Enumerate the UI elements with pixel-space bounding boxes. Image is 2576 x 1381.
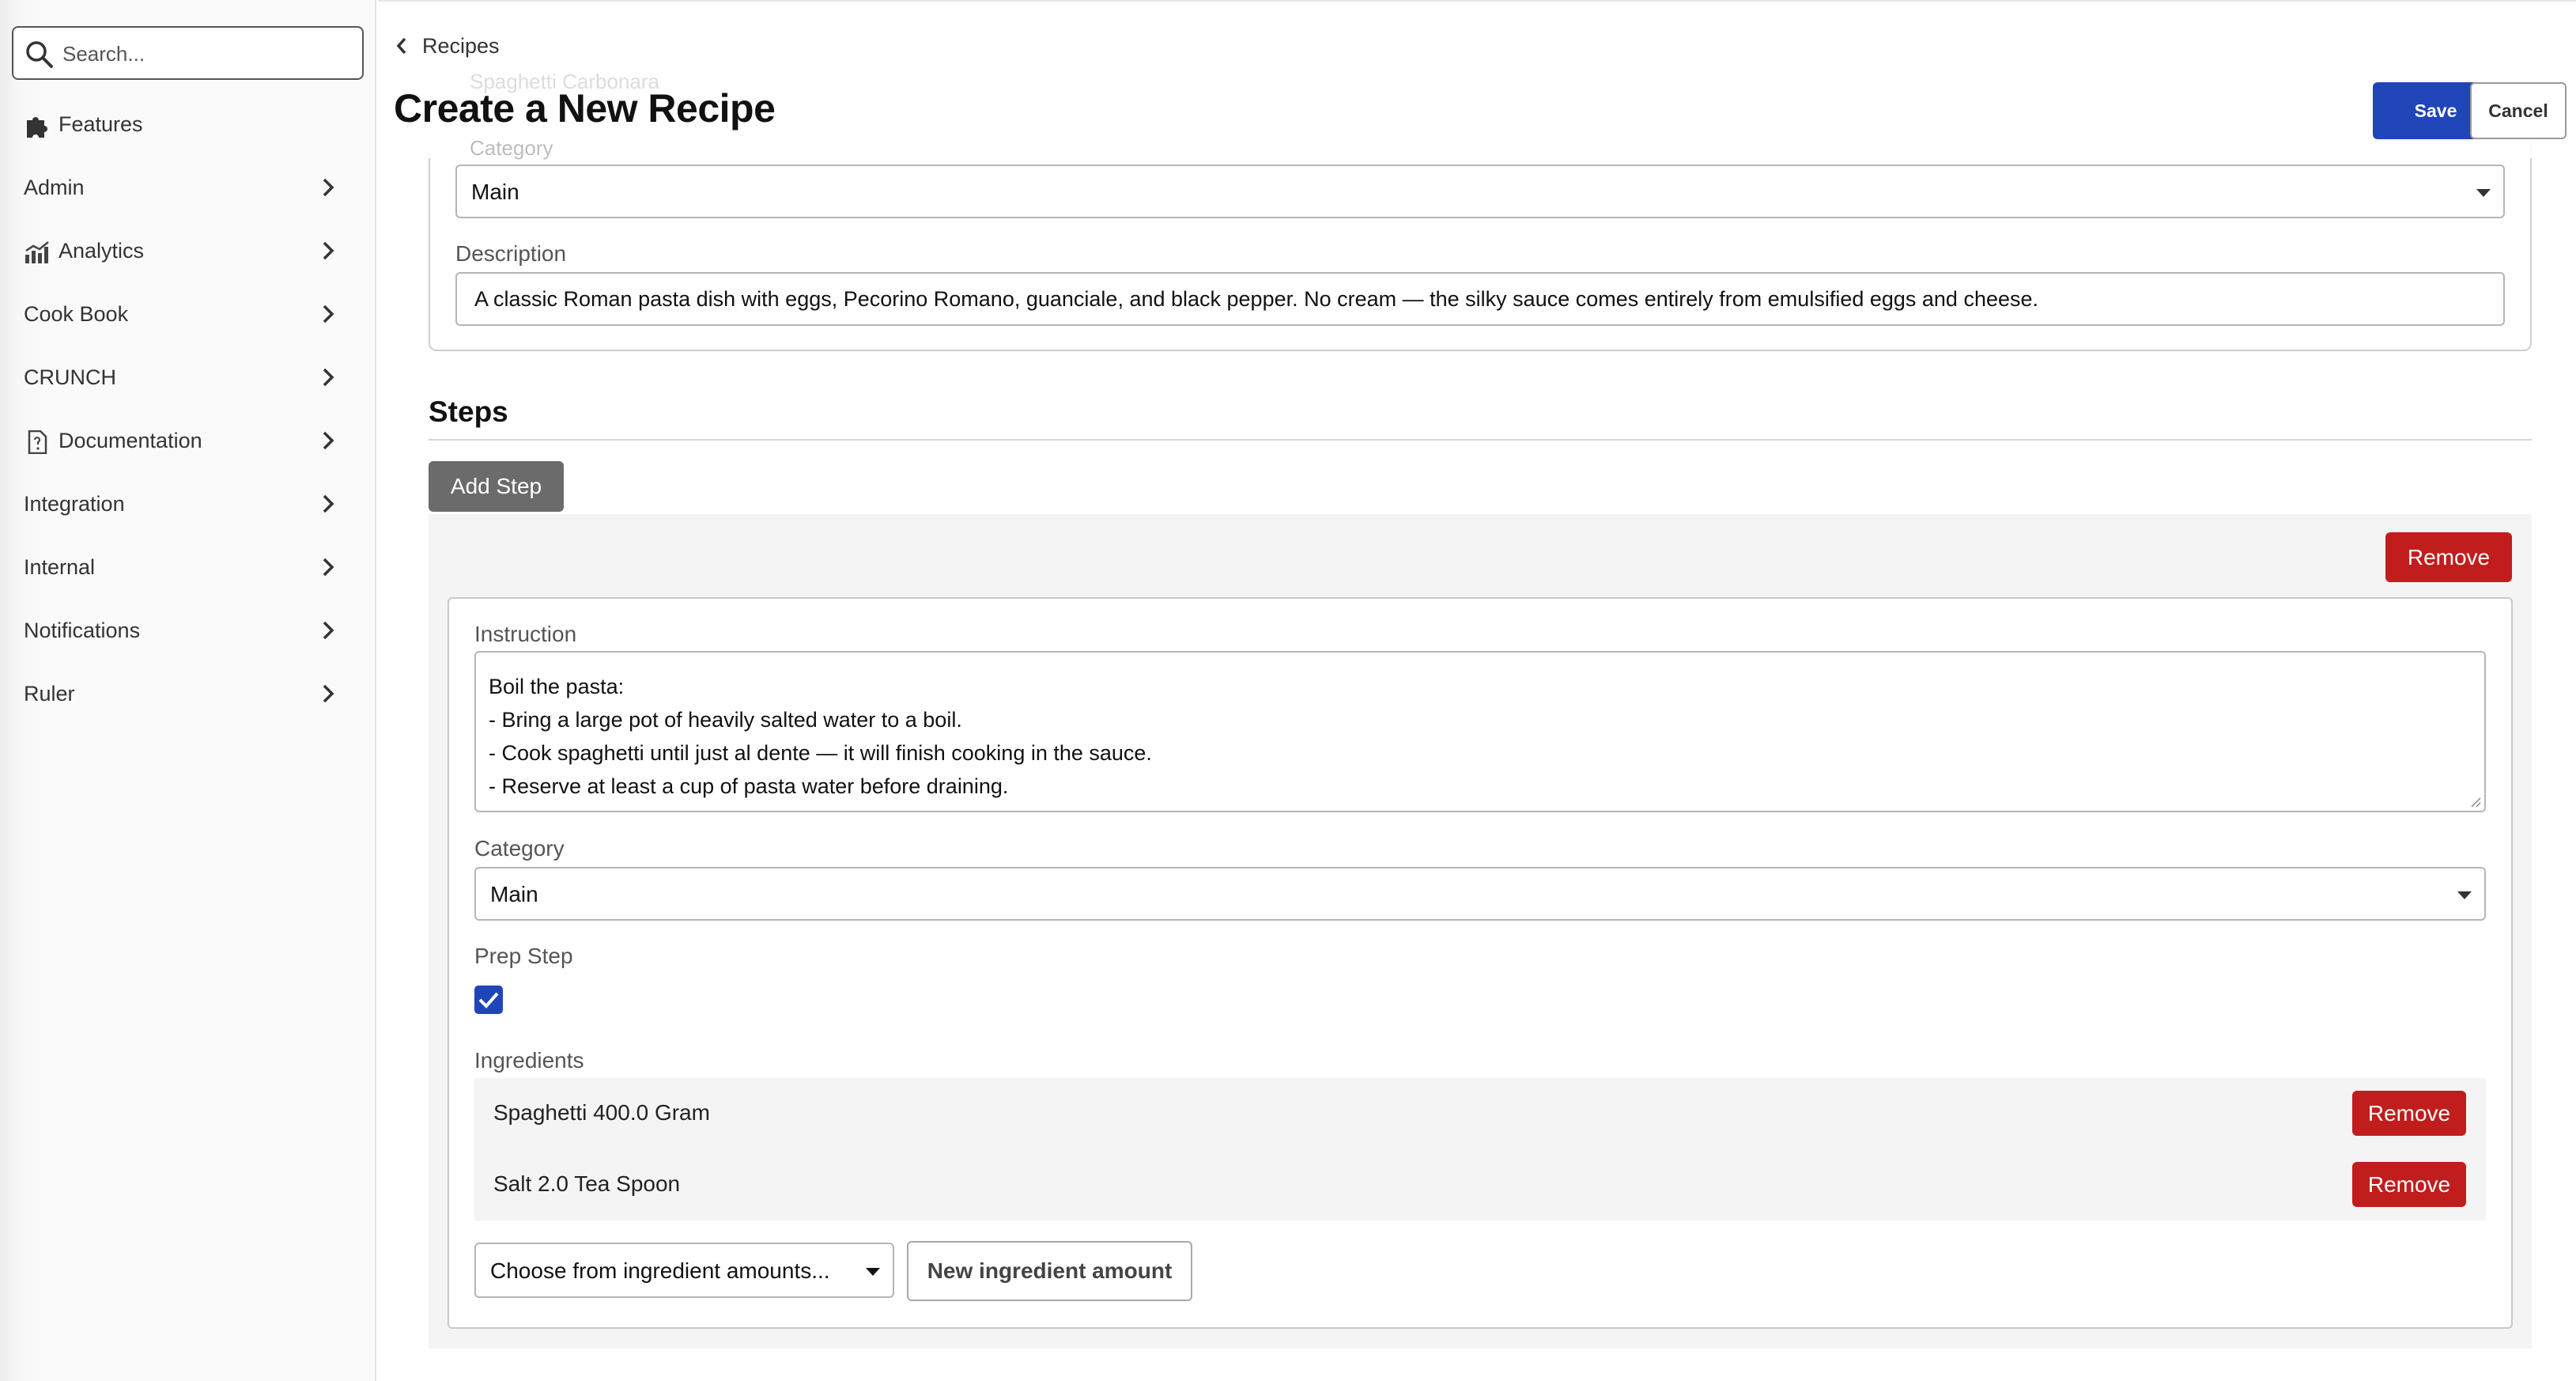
sidebar-item-admin[interactable]: Admin [0, 160, 364, 215]
choose-ingredient-placeholder: Choose from ingredient amounts... [490, 1258, 830, 1283]
instruction-textarea[interactable]: Boil the pasta: - Bring a large pot of h… [474, 651, 2486, 812]
sidebar-item-label: Notifications [24, 618, 141, 642]
description-input[interactable]: A classic Roman pasta dish with eggs, Pe… [455, 272, 2505, 326]
prep-step-checkbox[interactable] [474, 986, 503, 1014]
sidebar-item-label: Internal [24, 554, 96, 579]
chevron-right-icon [323, 305, 334, 323]
sidebar-item-features[interactable]: Features [0, 96, 364, 152]
sidebar: Features Admin Analytics Cook Book CRUNC… [0, 0, 376, 1381]
new-ingredient-amount-button[interactable]: New ingredient amount [907, 1241, 1192, 1301]
step-category-select[interactable]: Main [474, 867, 2486, 921]
caret-down-icon [2476, 189, 2491, 197]
search-box[interactable] [12, 26, 364, 80]
choose-ingredient-select[interactable]: Choose from ingredient amounts... [474, 1243, 894, 1298]
puzzle-icon [27, 117, 47, 138]
sidebar-item-internal[interactable]: Internal [0, 539, 364, 595]
step-category-label: Category [474, 836, 565, 861]
chevron-right-icon [323, 621, 334, 640]
back-link[interactable]: Recipes [395, 30, 500, 62]
remove-step-button[interactable]: Remove [2385, 532, 2512, 582]
ingredient-text: Spaghetti 400.0 Gram [493, 1100, 710, 1125]
analytics-chart-icon [25, 241, 49, 263]
remove-ingredient-button[interactable]: Remove [2352, 1091, 2466, 1136]
instruction-line: Boil the pasta: [489, 675, 625, 698]
description-label: Description [455, 241, 567, 266]
sidebar-item-label: Ruler [24, 681, 75, 706]
instruction-line: - Cook spaghetti until just al dente — i… [489, 741, 1152, 765]
sidebar-item-notifications[interactable]: Notifications [0, 603, 364, 658]
caret-down-icon [2457, 891, 2472, 899]
add-step-button[interactable]: Add Step [429, 461, 564, 512]
sidebar-item-analytics[interactable]: Analytics [0, 223, 364, 278]
page-title: Create a New Recipe [394, 86, 776, 131]
resize-grip-icon[interactable] [2468, 795, 2481, 808]
list-item: Salt 2.0 Tea Spoon Remove [474, 1149, 2486, 1220]
sidebar-item-integration[interactable]: Integration [0, 476, 364, 532]
search-icon [26, 41, 53, 68]
back-link-label: Recipes [422, 33, 500, 58]
steps-heading: Steps [429, 395, 508, 428]
instruction-label: Instruction [474, 622, 577, 646]
page-header [378, 2, 2576, 158]
caret-down-icon [866, 1268, 880, 1276]
list-item: Spaghetti 400.0 Gram Remove [474, 1078, 2486, 1149]
sidebar-item-label: CRUNCH [24, 365, 116, 389]
description-value: A classic Roman pasta dish with eggs, Pe… [474, 287, 2039, 311]
category-label-ghost: Category [470, 136, 553, 160]
sidebar-item-label: Documentation [59, 428, 202, 452]
sidebar-item-label: Integration [24, 491, 125, 516]
remove-ingredient-button[interactable]: Remove [2352, 1162, 2466, 1207]
ingredients-list: Spaghetti 400.0 Gram Remove Salt 2.0 Tea… [474, 1078, 2486, 1220]
chevron-right-icon [323, 684, 334, 703]
ingredients-label: Ingredients [474, 1048, 584, 1073]
chevron-right-icon [323, 494, 334, 513]
instruction-line: - Bring a large pot of heavily salted wa… [489, 708, 962, 732]
recipe-category-value: Main [471, 180, 519, 204]
steps-divider [429, 439, 2532, 441]
ingredient-text: Salt 2.0 Tea Spoon [493, 1171, 681, 1196]
chevron-right-icon [323, 178, 334, 197]
chevron-right-icon [323, 431, 334, 450]
cancel-button[interactable]: Cancel [2470, 82, 2567, 139]
chevron-right-icon [323, 368, 334, 387]
chevron-right-icon [323, 241, 334, 260]
prep-step-label: Prep Step [474, 944, 573, 968]
sidebar-item-label: Analytics [59, 238, 145, 263]
chevron-left-icon [396, 37, 406, 55]
sidebar-item-crunch[interactable]: CRUNCH [0, 350, 364, 405]
sidebar-item-cook-book[interactable]: Cook Book [0, 286, 364, 342]
step-category-value: Main [490, 882, 538, 906]
sidebar-item-label: Cook Book [24, 301, 129, 326]
instruction-line: - Reserve at least a cup of pasta water … [489, 774, 1009, 798]
sidebar-item-label: Admin [24, 175, 85, 199]
sidebar-item-label: Features [59, 112, 143, 136]
sidebar-item-documentation[interactable]: Documentation [0, 413, 364, 468]
search-input[interactable] [62, 37, 355, 70]
chevron-right-icon [323, 558, 334, 577]
document-icon [28, 430, 47, 454]
recipe-category-select[interactable]: Main [455, 165, 2505, 218]
sidebar-item-ruler[interactable]: Ruler [0, 666, 364, 721]
checkmark-icon [478, 992, 499, 1008]
